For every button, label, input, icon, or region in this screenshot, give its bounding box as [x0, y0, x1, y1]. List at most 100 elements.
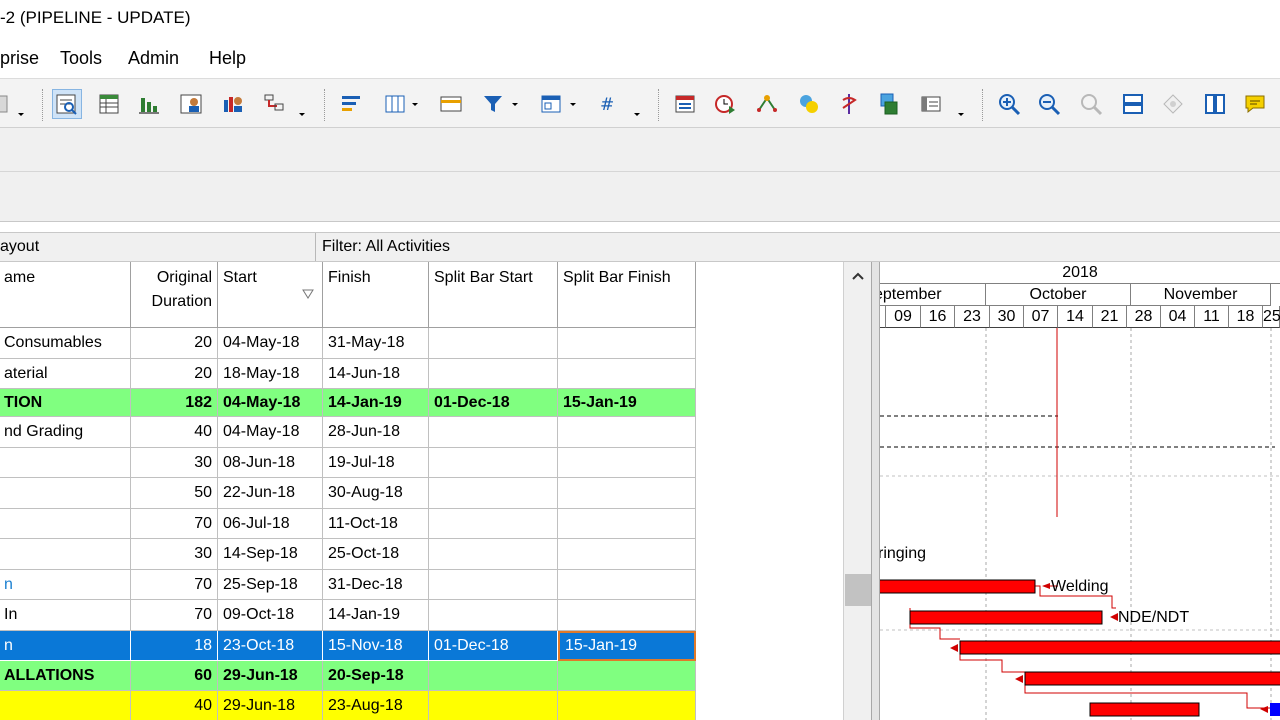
cell-finish[interactable]: 14-Jun-18	[323, 359, 429, 389]
cell-finish[interactable]: 19-Jul-18	[323, 448, 429, 478]
column-header-activity-name[interactable]: ame	[0, 262, 131, 328]
cell-finish[interactable]: 23-Aug-18	[323, 691, 429, 720]
cell-split-bar-start[interactable]	[429, 328, 558, 359]
table-icon[interactable]	[436, 89, 466, 119]
chevron-down-icon[interactable]	[410, 99, 420, 109]
wbs-icon[interactable]	[94, 89, 124, 119]
split-vertical-icon[interactable]	[1200, 89, 1230, 119]
cell-activity-name[interactable]	[0, 478, 131, 509]
zoom-in-icon[interactable]	[994, 89, 1024, 119]
cell-split-bar-finish[interactable]	[558, 600, 696, 631]
table-row[interactable]: In 70 09-Oct-18 14-Jan-19	[0, 600, 843, 631]
cell-activity-name[interactable]: TION	[0, 389, 131, 417]
menu-help[interactable]: Help	[209, 48, 246, 69]
tracking-icon[interactable]	[134, 89, 164, 119]
table-row[interactable]: 40 29-Jun-18 23-Aug-18	[0, 691, 843, 720]
notebook-icon[interactable]	[1240, 89, 1270, 119]
cell-split-bar-start[interactable]	[429, 448, 558, 478]
cell-start[interactable]: 04-May-18	[218, 417, 323, 448]
cell-activity-name[interactable]	[0, 539, 131, 570]
table-row[interactable]: Consumables 20 04-May-18 31-May-18	[0, 328, 843, 359]
cell-original-duration[interactable]: 30	[131, 448, 218, 478]
cell-start[interactable]: 14-Sep-18	[218, 539, 323, 570]
split-horizontal-icon[interactable]	[1118, 89, 1148, 119]
gantt-bar-welding[interactable]	[880, 579, 1036, 594]
table-row[interactable]: TION 182 04-May-18 14-Jan-19 01-Dec-18 15-Jan…	[0, 389, 843, 417]
cell-activity-name[interactable]	[0, 448, 131, 478]
table-row[interactable]: 30 08-Jun-18 19-Jul-18	[0, 448, 843, 478]
table-row[interactable]: ALLATIONS 60 29-Jun-18 20-Sep-18	[0, 661, 843, 691]
cell-split-bar-finish[interactable]: 15-Jan-19	[558, 389, 696, 417]
level-icon[interactable]	[752, 89, 782, 119]
cell-split-bar-finish[interactable]	[558, 448, 696, 478]
cell-start[interactable]: 08-Jun-18	[218, 448, 323, 478]
chevron-down-icon[interactable]	[568, 99, 578, 109]
gantt-split-bar[interactable]	[1270, 703, 1280, 716]
zoom-out-icon[interactable]	[1034, 89, 1064, 119]
cell-split-bar-finish[interactable]	[558, 570, 696, 600]
table-row[interactable]: 30 14-Sep-18 25-Oct-18	[0, 539, 843, 570]
zoom-fit-icon[interactable]	[1076, 89, 1106, 119]
vertical-scrollbar[interactable]	[843, 262, 871, 720]
hash-icon[interactable]: #	[592, 89, 622, 119]
cell-original-duration[interactable]: 60	[131, 661, 218, 691]
cell-split-bar-finish[interactable]: 15-Jan-19	[558, 631, 696, 661]
cell-original-duration[interactable]: 70	[131, 570, 218, 600]
column-header-split-bar-start[interactable]: Split Bar Start	[429, 262, 558, 328]
cell-activity-name[interactable]: Consumables	[0, 328, 131, 359]
cell-split-bar-finish[interactable]	[558, 417, 696, 448]
table-row[interactable]: nd Grading 40 04-May-18 28-Jun-18	[0, 417, 843, 448]
cell-original-duration[interactable]: 40	[131, 417, 218, 448]
cell-finish[interactable]: 30-Aug-18	[323, 478, 429, 509]
cell-split-bar-start[interactable]	[429, 417, 558, 448]
cell-original-duration[interactable]: 50	[131, 478, 218, 509]
pane-splitter[interactable]	[871, 262, 880, 720]
gantt-bar[interactable]	[959, 640, 1280, 655]
cell-activity-name[interactable]: In	[0, 600, 131, 631]
cell-original-duration[interactable]: 40	[131, 691, 218, 720]
layout-label[interactable]: ayout	[0, 233, 316, 261]
summarize-icon[interactable]	[794, 89, 824, 119]
resource-usage-icon[interactable]	[218, 89, 248, 119]
cell-activity-name[interactable]: ALLATIONS	[0, 661, 131, 691]
cell-finish[interactable]: 20-Sep-18	[323, 661, 429, 691]
cell-activity-name[interactable]: n	[0, 631, 131, 661]
filter-label[interactable]: Filter: All Activities	[322, 238, 450, 256]
gantt-bar[interactable]	[1089, 702, 1200, 717]
cell-start[interactable]: 04-May-18	[218, 328, 323, 359]
cell-split-bar-start[interactable]	[429, 661, 558, 691]
cell-finish[interactable]: 25-Oct-18	[323, 539, 429, 570]
cell-start[interactable]: 29-Jun-18	[218, 691, 323, 720]
cell-split-bar-start[interactable]	[429, 359, 558, 389]
gantt-bar[interactable]	[1024, 671, 1280, 686]
cell-finish[interactable]: 14-Jan-19	[323, 389, 429, 417]
cell-split-bar-start[interactable]	[429, 509, 558, 539]
chevron-down-icon[interactable]	[16, 109, 26, 119]
cell-finish[interactable]: 31-May-18	[323, 328, 429, 359]
cell-finish[interactable]: 28-Jun-18	[323, 417, 429, 448]
cell-activity-name[interactable]: n	[0, 570, 131, 600]
table-row[interactable]: 70 06-Jul-18 11-Oct-18	[0, 509, 843, 539]
diamond-icon[interactable]	[1158, 89, 1188, 119]
column-header-split-bar-finish[interactable]: Split Bar Finish	[558, 262, 696, 328]
table-row[interactable]: aterial 20 18-May-18 14-Jun-18	[0, 359, 843, 389]
chevron-down-icon[interactable]	[297, 109, 307, 119]
table-row[interactable]: n 18 23-Oct-18 15-Nov-18 01-Dec-18 15-Jan-19	[0, 631, 843, 661]
cell-split-bar-start[interactable]	[429, 478, 558, 509]
scrollbar-thumb[interactable]	[845, 574, 871, 606]
critical-path-icon[interactable]	[834, 89, 864, 119]
menu-enterprise[interactable]: prise	[0, 48, 39, 69]
schedule-icon[interactable]	[710, 89, 740, 119]
cell-finish[interactable]: 31-Dec-18	[323, 570, 429, 600]
cell-split-bar-start[interactable]	[429, 539, 558, 570]
cell-split-bar-finish[interactable]	[558, 509, 696, 539]
cell-finish[interactable]: 15-Nov-18	[323, 631, 429, 661]
layout-options-icon[interactable]	[536, 89, 566, 119]
cell-original-duration[interactable]: 70	[131, 600, 218, 631]
cell-split-bar-finish[interactable]	[558, 691, 696, 720]
cell-start[interactable]: 22-Jun-18	[218, 478, 323, 509]
menu-admin[interactable]: Admin	[128, 48, 179, 69]
resource-assignments-icon[interactable]	[176, 89, 206, 119]
reports-icon[interactable]	[916, 89, 946, 119]
cell-original-duration[interactable]: 70	[131, 509, 218, 539]
